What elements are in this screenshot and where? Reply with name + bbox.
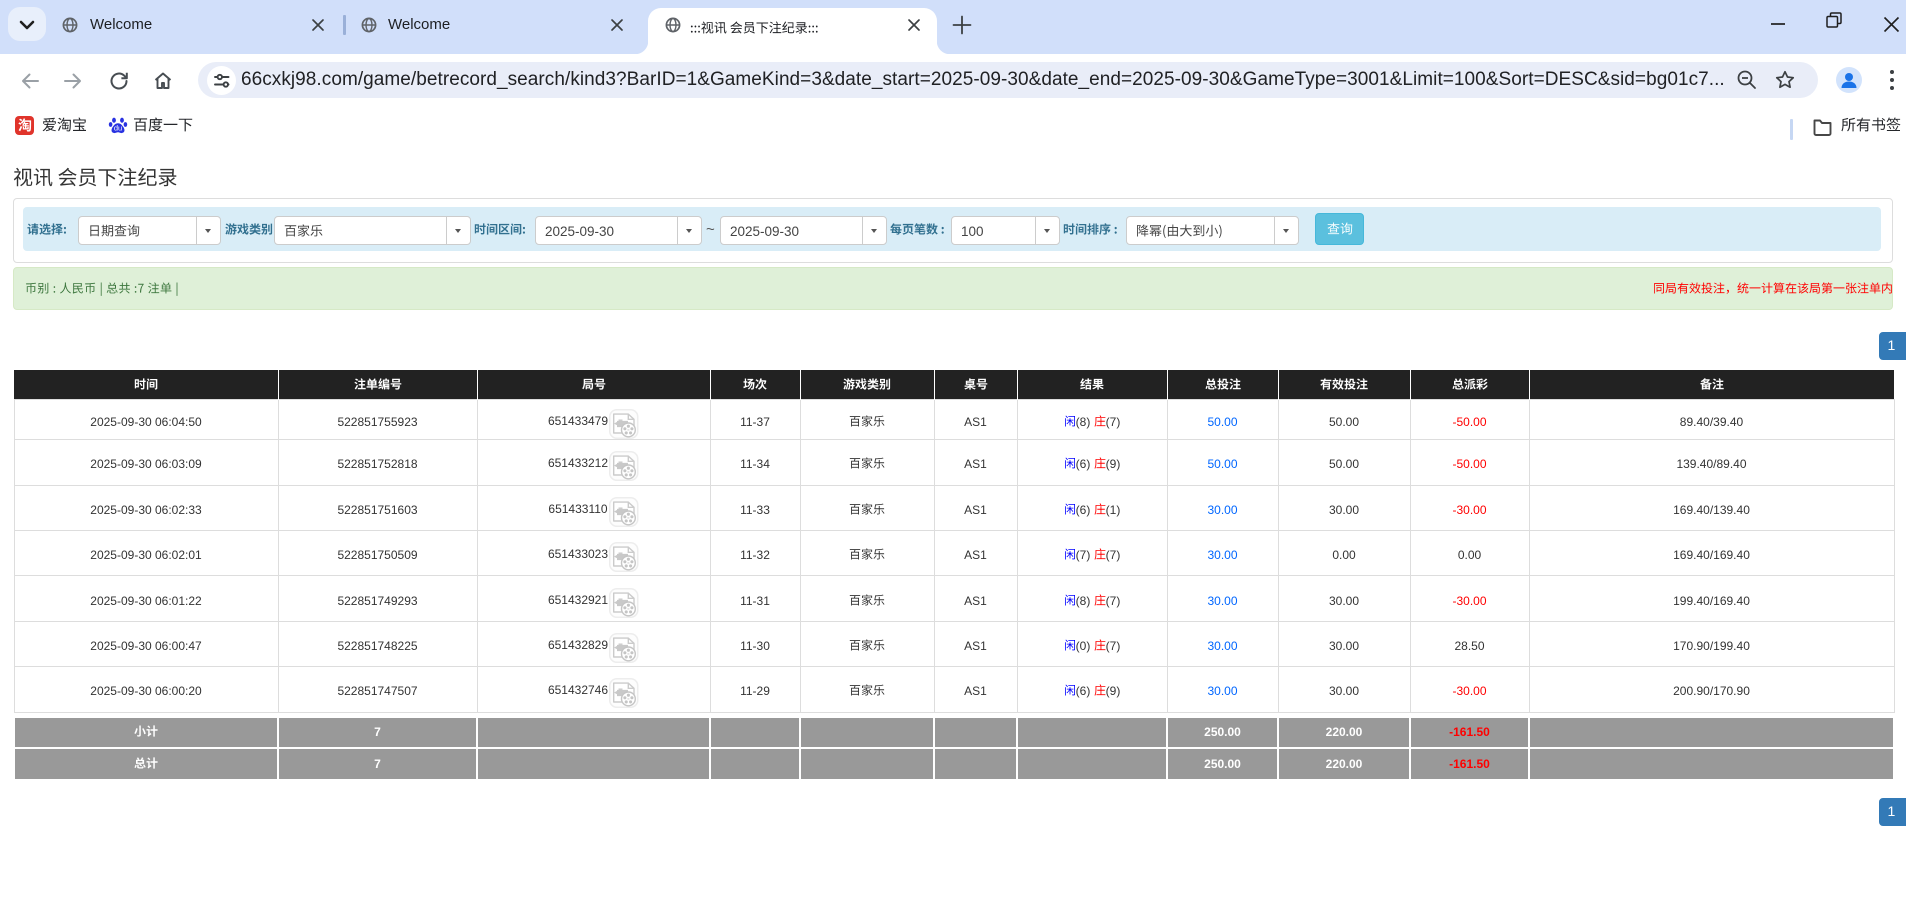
svg-text:du: du (114, 123, 122, 132)
